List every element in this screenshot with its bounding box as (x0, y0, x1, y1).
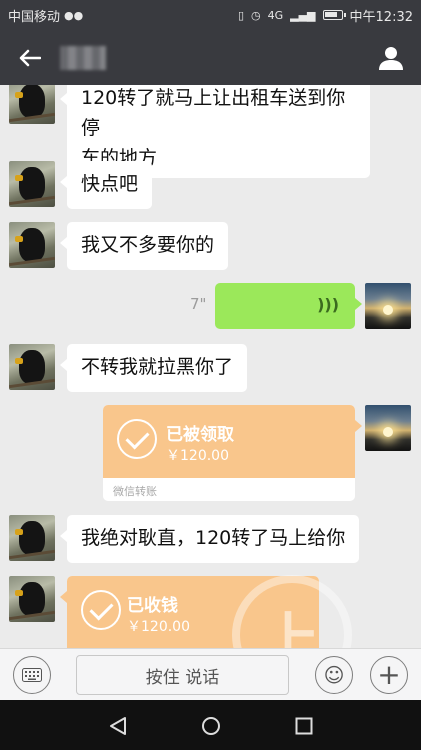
contact-avatar[interactable] (9, 161, 55, 207)
message-text: 我绝对耿直，120转了马上给你 (81, 527, 346, 549)
chat-title-bar (0, 30, 421, 85)
nav-back-icon[interactable] (106, 714, 130, 738)
transfer-footer: 微信转账 (113, 485, 157, 498)
contact-avatar[interactable] (9, 344, 55, 390)
message-bubble[interactable]: 快点吧 (59, 161, 153, 209)
contact-avatar[interactable] (9, 515, 55, 561)
checkmark-icon (117, 419, 157, 459)
my-avatar[interactable] (365, 283, 411, 329)
contact-avatar[interactable] (9, 222, 55, 268)
checkmark-icon (81, 590, 121, 630)
alarm-icon: ◷ (251, 8, 261, 22)
emoji-icon[interactable]: ☺ (315, 656, 353, 694)
message-text: 不转我就拉黑你了 (81, 356, 234, 378)
message-bubble[interactable]: 不转我就拉黑你了 (59, 344, 248, 392)
battery-icon (322, 10, 346, 20)
transfer-card-claimed[interactable]: 已被领取 ￥120.00 微信转账 (103, 405, 355, 501)
back-arrow-icon[interactable] (0, 30, 60, 85)
voice-message-bubble[interactable]: ))) (215, 283, 362, 329)
message-text-line: 120转了就马上让出租车送到你停 (81, 87, 346, 139)
message-bubble[interactable]: 我又不多要你的 (59, 222, 229, 270)
vibrate-icon: ▯ (237, 8, 244, 22)
carrier-name: 中国移动 (8, 9, 61, 25)
bubble-tail (60, 591, 67, 603)
status-icons: ▯ ◷ 4G ▂▄▆ 中午12:32 (238, 6, 413, 25)
nav-recent-icon[interactable] (292, 714, 316, 738)
status-bar: 中国移动 ●● ▯ ◷ 4G ▂▄▆ 中午12:32 (0, 0, 421, 30)
voice-wave-icon: ))) (317, 295, 339, 314)
message-text: 快点吧 (81, 173, 139, 195)
chat-messages: 120转了就马上让出租车送到你停 车的地方 快点吧 我又不多要你的 7" )))… (0, 85, 421, 648)
transfer-status: 已收钱 (127, 596, 178, 616)
clock: 中午12:32 (349, 9, 413, 25)
my-avatar[interactable] (365, 405, 411, 451)
input-bar: 按住 说话 ☺ + (0, 648, 421, 700)
hold-to-talk-button[interactable]: 按住 说话 (76, 655, 289, 695)
bubble-tail (355, 420, 362, 432)
contact-avatar[interactable] (9, 85, 55, 124)
transfer-amount: ￥120.00 (166, 448, 229, 464)
keyboard-icon[interactable] (13, 656, 51, 694)
nav-home-icon[interactable] (199, 714, 223, 738)
profile-icon[interactable] (361, 30, 421, 85)
voice-duration: 7" (190, 295, 207, 313)
signal-icon: ▂▄▆ (290, 8, 316, 22)
message-text: 我又不多要你的 (81, 234, 215, 256)
network-type: 4G (267, 8, 284, 22)
contact-name-blurred (60, 45, 106, 70)
wechat-notification-icon: ●● (64, 8, 84, 22)
transfer-status: 已被领取 (166, 425, 234, 445)
contact-avatar[interactable] (9, 576, 55, 622)
transfer-amount: ￥120.00 (127, 619, 190, 635)
message-bubble[interactable]: 我绝对耿直，120转了马上给你 (59, 515, 360, 563)
system-nav-bar (0, 700, 421, 750)
plus-icon[interactable]: + (370, 656, 408, 694)
